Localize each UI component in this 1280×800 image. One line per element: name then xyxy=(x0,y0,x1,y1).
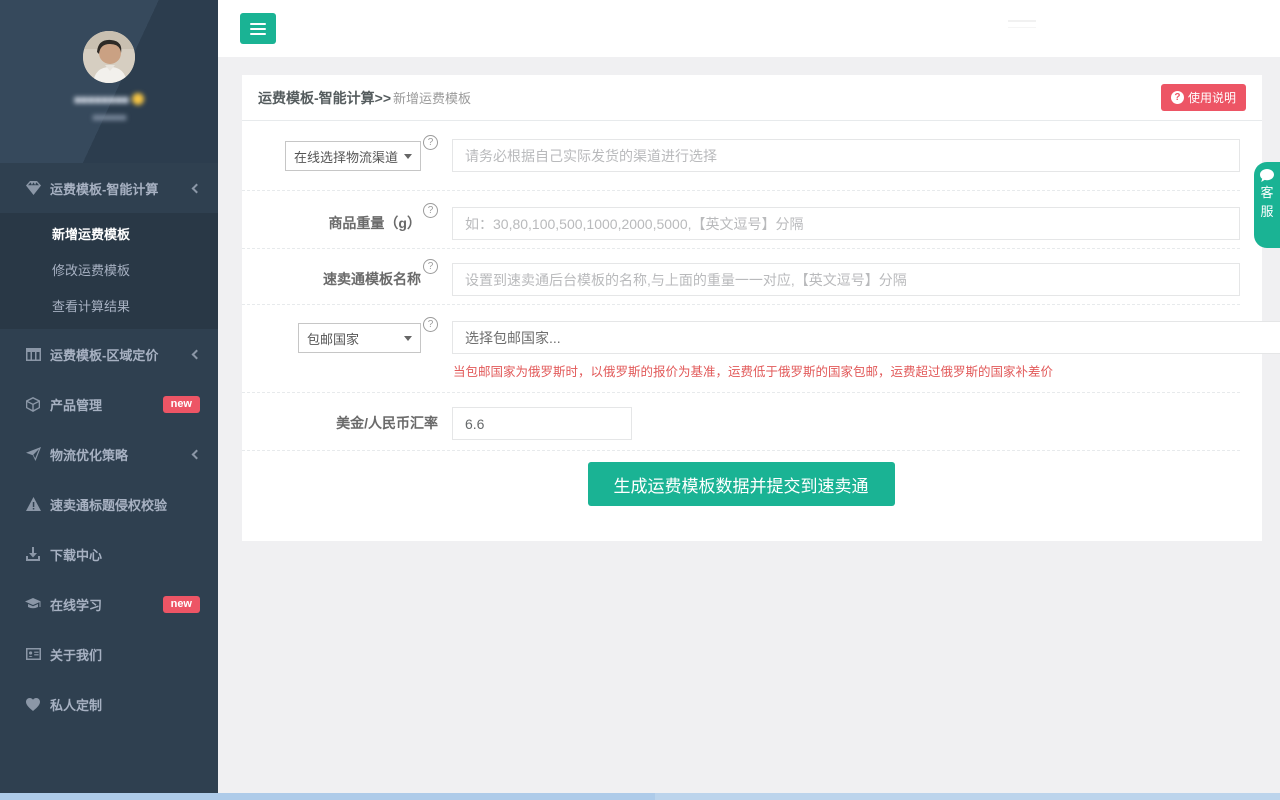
service-tab-char: 客 xyxy=(1260,184,1273,201)
breadcrumb: 运费模板-智能计算>> xyxy=(258,88,391,108)
main-area: 运费模板-智能计算>> 新增运费模板 使用说明 在线选择物流渠道 xyxy=(218,0,1280,793)
usage-instructions-button[interactable]: 使用说明 xyxy=(1161,84,1246,111)
graduation-cap-icon xyxy=(25,596,41,612)
profile-subtitle-masked: ■■■■■■ xyxy=(0,112,218,124)
plane-icon xyxy=(25,446,41,462)
profile-section: ■■■■■■■■ ■■■■■■ xyxy=(0,0,218,163)
sidebar-item-regional-pricing[interactable]: 运费模板-区域定价 xyxy=(0,329,218,379)
generate-submit-button[interactable]: 生成运费模板数据并提交到速卖通 xyxy=(588,462,895,506)
chevron-left-icon xyxy=(192,183,202,193)
usage-instructions-label: 使用说明 xyxy=(1188,89,1236,106)
sidebar-item-freight-smart-calc[interactable]: 运费模板-智能计算 xyxy=(0,163,218,213)
exchange-rate-input[interactable] xyxy=(452,407,632,440)
sidebar-item-label: 运费模板-区域定价 xyxy=(50,345,158,364)
chevron-left-icon xyxy=(192,349,202,359)
sidebar-item-logistics-strategy[interactable]: 物流优化策略 xyxy=(0,429,218,479)
chevron-left-icon xyxy=(192,449,202,459)
sidebar-item-title-infringement-check[interactable]: 速卖通标题侵权校验 xyxy=(0,479,218,529)
hamburger-icon xyxy=(250,23,266,25)
horizontal-scrollbar[interactable] xyxy=(0,793,1280,800)
weight-input[interactable] xyxy=(452,207,1240,240)
sidebar-item-label: 下载中心 xyxy=(50,545,102,564)
gem-icon xyxy=(25,180,41,196)
form-row-channel: 在线选择物流渠道 xyxy=(242,139,1240,191)
sidebar-item-private-customization[interactable]: 私人定制 xyxy=(0,679,218,729)
id-card-icon xyxy=(25,646,41,662)
sidebar-item-label: 物流优化策略 xyxy=(50,445,128,464)
chat-bubble-icon xyxy=(1260,169,1274,182)
russia-pricing-note: 当包邮国家为俄罗斯时，以俄罗斯的报价为基准，运费低于俄罗斯的国家包邮，运费超过俄… xyxy=(452,361,1280,380)
weight-label: 商品重量（g） xyxy=(328,207,421,240)
help-icon[interactable] xyxy=(423,259,438,274)
sidebar-item-edit-freight-template[interactable]: 修改运费模板 xyxy=(0,253,218,289)
caret-down-icon xyxy=(404,336,412,341)
sidebar-toggle-button[interactable] xyxy=(240,13,276,44)
submit-row: 生成运费模板数据并提交到速卖通 xyxy=(242,462,1240,506)
sidebar-item-new-freight-template[interactable]: 新增运费模板 xyxy=(0,217,218,253)
faded-watermark xyxy=(1008,20,1036,28)
free-country-select[interactable]: 包邮国家 xyxy=(298,323,421,353)
sidebar-menu: 运费模板-智能计算 新增运费模板 修改运费模板 查看计算结果 运费模板-区域定价… xyxy=(0,163,218,729)
help-icon[interactable] xyxy=(423,317,438,332)
sidebar-item-label: 私人定制 xyxy=(50,695,102,714)
template-name-input[interactable] xyxy=(452,263,1240,296)
service-tab-char: 服 xyxy=(1260,203,1273,220)
sidebar-submenu-freight: 新增运费模板 修改运费模板 查看计算结果 xyxy=(0,213,218,329)
card-header: 运费模板-智能计算>> 新增运费模板 使用说明 xyxy=(242,75,1262,121)
help-icon[interactable] xyxy=(423,203,438,218)
table-icon xyxy=(25,346,41,362)
cube-icon xyxy=(25,396,41,412)
channel-select-value: 在线选择物流渠道 xyxy=(294,147,398,166)
heart-icon xyxy=(25,696,41,712)
question-circle-icon xyxy=(1171,91,1184,104)
form-row-free-countries: 包邮国家 当包邮国家为俄罗斯时，以俄罗斯的报价为基准，运费低于俄罗斯的国家包邮，… xyxy=(242,305,1240,393)
template-name-label: 速卖通模板名称 xyxy=(323,263,421,296)
scrollbar-thumb[interactable] xyxy=(0,793,655,800)
hamburger-icon xyxy=(250,33,266,35)
new-badge: new xyxy=(163,596,200,613)
sidebar-item-online-learning[interactable]: 在线学习 new xyxy=(0,579,218,629)
profile-name-text: ■■■■■■■■ xyxy=(74,92,129,107)
free-country-select-value: 包邮国家 xyxy=(307,329,359,348)
sidebar-item-about-us[interactable]: 关于我们 xyxy=(0,629,218,679)
sidebar-item-label: 产品管理 xyxy=(50,395,102,414)
hamburger-icon xyxy=(250,28,266,30)
card-body: 在线选择物流渠道 商品重量（g） xyxy=(242,121,1262,541)
new-badge: new xyxy=(163,396,200,413)
customer-service-tab[interactable]: 客 服 xyxy=(1254,162,1280,248)
sidebar-item-label: 速卖通标题侵权校验 xyxy=(50,495,167,514)
form-row-exchange-rate: 美金/人民币汇率 xyxy=(242,393,1240,451)
channel-input[interactable] xyxy=(452,139,1240,172)
sidebar-item-view-calc-results[interactable]: 查看计算结果 xyxy=(0,289,218,325)
sidebar-item-product-management[interactable]: 产品管理 new xyxy=(0,379,218,429)
profile-emoji-icon xyxy=(132,93,144,105)
sidebar-item-label: 关于我们 xyxy=(50,645,102,664)
form-row-weight: 商品重量（g） xyxy=(242,191,1240,249)
free-country-input[interactable] xyxy=(452,321,1280,354)
sidebar: ■■■■■■■■ ■■■■■■ 运费模板-智能计算 新增运费模板 修改运费模板 … xyxy=(0,0,218,793)
exchange-rate-label: 美金/人民币汇率 xyxy=(336,407,438,440)
sidebar-item-download-center[interactable]: 下载中心 xyxy=(0,529,218,579)
channel-select[interactable]: 在线选择物流渠道 xyxy=(285,141,421,171)
freight-template-card: 运费模板-智能计算>> 新增运费模板 使用说明 在线选择物流渠道 xyxy=(242,75,1262,541)
profile-name-masked: ■■■■■■■■ xyxy=(0,92,218,107)
warning-icon xyxy=(25,496,41,512)
sidebar-item-label: 运费模板-智能计算 xyxy=(50,179,158,198)
caret-down-icon xyxy=(404,154,412,159)
download-icon xyxy=(25,546,41,562)
avatar xyxy=(83,31,135,83)
form-row-template-name: 速卖通模板名称 xyxy=(242,249,1240,305)
help-icon[interactable] xyxy=(423,135,438,150)
sidebar-item-label: 在线学习 xyxy=(50,595,102,614)
breadcrumb-current: 新增运费模板 xyxy=(393,88,471,107)
top-navbar xyxy=(218,0,1280,57)
